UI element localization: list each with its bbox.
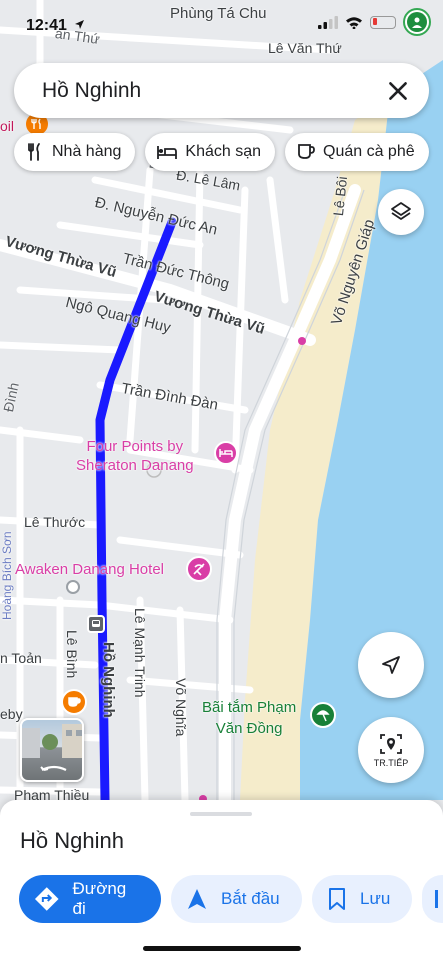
hotel-label-awaken[interactable]: Awaken Danang Hotel: [15, 561, 164, 578]
place-bottom-sheet[interactable]: Hồ Nghinh Đường đi Bắt đầu Lưu: [0, 800, 443, 960]
action-label: Đường đi: [72, 879, 127, 918]
beach-name-line: Bãi tắm Phạm: [202, 699, 297, 716]
clock: 12:41: [26, 17, 67, 34]
status-time: 12:41: [26, 17, 85, 35]
search-bar[interactable]: Hồ Nghinh: [14, 63, 429, 118]
street-label: Lê Thước: [24, 514, 86, 530]
wifi-icon: [346, 16, 362, 29]
coffee-cup-icon: [298, 144, 315, 159]
navigation-arrow-icon: [188, 889, 206, 909]
more-actions-button[interactable]: [422, 875, 443, 923]
directions-button[interactable]: TR.TIẾP: [358, 717, 424, 783]
chip-hotels[interactable]: Khách sạn: [145, 133, 275, 171]
street-label: Lê Văn Thứ: [268, 40, 342, 56]
chip-restaurants[interactable]: Nhà hàng: [14, 133, 136, 171]
coffee-cup-icon: [67, 697, 81, 707]
hotel-name-line: Four Points by: [86, 438, 184, 455]
beach-name-line: Văn Đồng: [215, 720, 283, 737]
hotel-name-line: Sheraton Danang: [76, 457, 194, 474]
filter-chips: Nhà hàng Khách sạn Quán cà phê: [14, 133, 429, 171]
resort-icon: [193, 563, 205, 576]
bus-stop-marker[interactable]: [87, 615, 105, 633]
search-query[interactable]: Hồ Nghinh: [42, 79, 141, 103]
beach-label[interactable]: Bãi tắm Phạm Văn Đồng: [202, 697, 296, 739]
action-label: Lưu: [360, 889, 391, 908]
street-label: Lê Mạnh Trinh: [132, 608, 148, 698]
chip-label: Nhà hàng: [52, 143, 122, 160]
account-avatar[interactable]: [403, 8, 431, 36]
street-label: n Toản: [0, 650, 42, 666]
status-icons: [318, 8, 431, 36]
umbrella-icon: [316, 710, 330, 722]
cafe-marker[interactable]: [61, 689, 87, 715]
bookmark-icon: [329, 888, 345, 910]
bed-icon: [219, 449, 233, 457]
directions-button-label: TR.TIẾP: [373, 758, 409, 768]
action-label: Bắt đầu: [221, 889, 280, 908]
battery-icon: [370, 15, 396, 29]
location-services-icon: [75, 20, 85, 29]
navigation-arrow-icon: [382, 656, 400, 674]
place-title: Hồ Nghinh: [20, 828, 124, 853]
street-label: oil: [0, 118, 15, 134]
start-action-button[interactable]: Bắt đầu: [171, 875, 302, 923]
directions-action-button[interactable]: Đường đi: [19, 875, 161, 923]
chip-label: Quán cà phê: [323, 143, 415, 160]
my-location-button[interactable]: [358, 632, 424, 698]
sheet-drag-handle[interactable]: [190, 812, 252, 816]
directions-icon: [34, 887, 59, 911]
user-icon: [412, 17, 422, 28]
home-indicator: [143, 946, 301, 951]
street-label: Võ Nghĩa: [173, 678, 189, 737]
chip-cafes[interactable]: Quán cà phê: [285, 133, 429, 171]
street-label: Phùng Tá Chu: [170, 5, 267, 22]
street-view-thumbnail[interactable]: [20, 718, 84, 782]
fork-knife-icon: [31, 118, 41, 129]
street-label: Lê Bình: [64, 630, 80, 679]
beach-marker[interactable]: [310, 702, 336, 728]
poi-dot[interactable]: [298, 337, 306, 345]
layers-icon: [391, 202, 411, 220]
save-action-button[interactable]: Lưu: [312, 875, 412, 923]
layers-button[interactable]: [378, 189, 424, 235]
close-icon[interactable]: [385, 78, 411, 104]
hotel-marker-awaken[interactable]: [186, 556, 212, 582]
place-pin: [66, 580, 80, 594]
street-label: eby: [0, 706, 23, 722]
chip-label: Khách sạn: [185, 143, 261, 160]
directions-pin-icon: [380, 734, 402, 754]
share-icon: [435, 890, 438, 908]
street-label: Hoàng Bích Sơn: [0, 531, 14, 620]
bed-icon: [157, 146, 178, 159]
cellular-signal-icon: [318, 15, 338, 29]
fork-knife-icon: [28, 143, 40, 161]
street-view-image: [22, 724, 82, 771]
hotel-label-four-points[interactable]: Four Points by Sheraton Danang: [76, 437, 194, 475]
bus-icon: [92, 620, 100, 627]
route-street-label: Hồ Nghinh: [100, 642, 117, 718]
action-buttons: Đường đi Bắt đầu Lưu: [19, 875, 443, 923]
hotel-marker-four-points[interactable]: [214, 441, 238, 465]
